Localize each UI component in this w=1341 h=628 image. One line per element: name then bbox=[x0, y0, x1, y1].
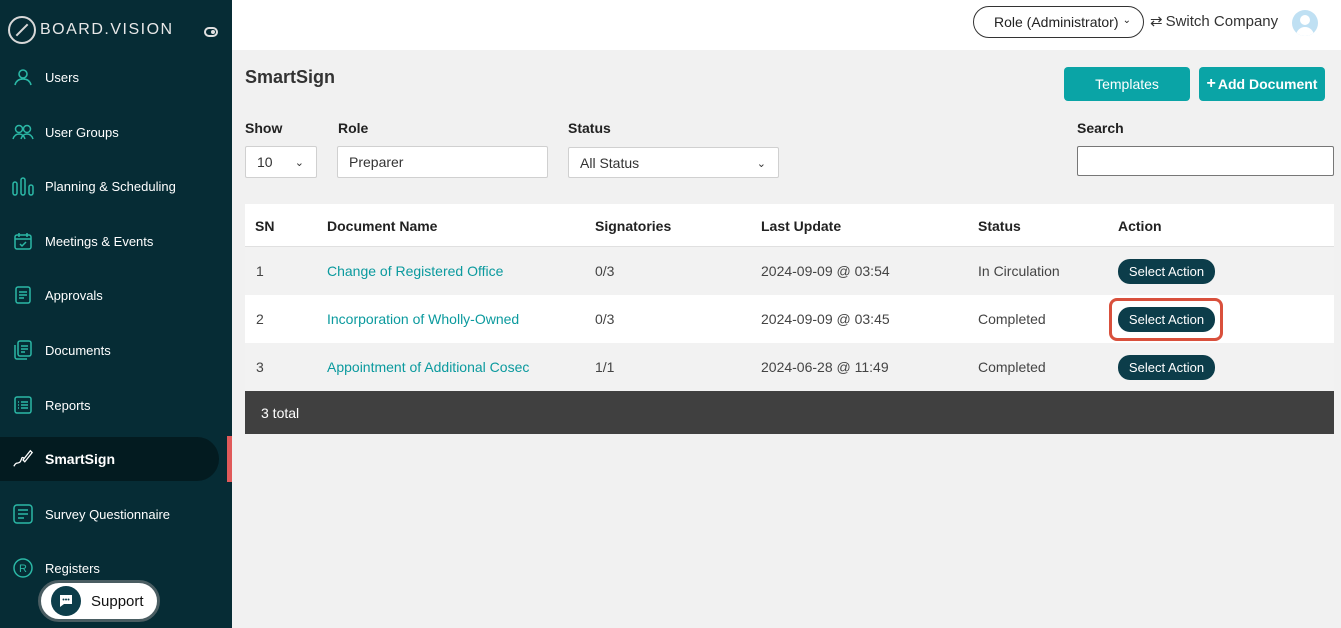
table-row: 2 Incorporation of Wholly-Owned 0/3 2024… bbox=[245, 295, 1334, 343]
bar-chart-icon bbox=[12, 175, 34, 197]
support-button[interactable]: Support bbox=[38, 580, 160, 622]
cell-signatories: 1/1 bbox=[595, 359, 615, 375]
templates-button[interactable]: Templates bbox=[1064, 67, 1190, 101]
registered-icon: R bbox=[12, 557, 34, 579]
sidebar-item-reports[interactable]: Reports bbox=[0, 383, 219, 427]
sidebar-item-label: Documents bbox=[45, 342, 111, 358]
column-header: Document Name bbox=[327, 217, 438, 234]
logo-mark-icon bbox=[8, 16, 36, 44]
calendar-icon bbox=[12, 230, 34, 252]
sidebar-item-label: Meetings & Events bbox=[45, 233, 154, 249]
column-header: Action bbox=[1118, 217, 1162, 234]
role-filter-field[interactable]: Preparer bbox=[337, 146, 548, 178]
brand-name: BOARD.VISION bbox=[40, 21, 174, 38]
page-title: SmartSign bbox=[245, 67, 336, 87]
table-header: SN Document Name Signatories Last Update… bbox=[245, 204, 1334, 247]
column-header: SN bbox=[255, 217, 275, 234]
chevron-down-icon: ⌄ bbox=[756, 158, 766, 170]
sidebar-item-approvals[interactable]: Approvals bbox=[0, 273, 219, 317]
signature-pen-icon bbox=[12, 448, 34, 470]
sidebar-item-meetings-events[interactable]: Meetings & Events bbox=[0, 219, 219, 263]
role-dropdown[interactable]: Role (Administrator) ⌄ bbox=[973, 6, 1144, 38]
cell-status: Completed bbox=[978, 359, 1046, 375]
sidebar-item-survey-questionnaire[interactable]: Survey Questionnaire bbox=[0, 492, 219, 536]
search-input[interactable] bbox=[1077, 146, 1334, 176]
svg-text:R: R bbox=[19, 563, 27, 575]
status-filter-label: Status bbox=[568, 120, 611, 136]
cell-status: Completed bbox=[978, 311, 1046, 327]
column-header: Status bbox=[978, 217, 1021, 234]
user-icon bbox=[12, 66, 34, 88]
cell-signatories: 0/3 bbox=[595, 263, 615, 279]
support-label: Support bbox=[91, 592, 144, 610]
plus-icon: + bbox=[1206, 75, 1216, 92]
sidebar-item-user-groups[interactable]: User Groups bbox=[0, 110, 219, 154]
status-filter-value: All Status bbox=[580, 154, 640, 171]
show-label: Show bbox=[245, 120, 283, 136]
switch-company-label: Switch Company bbox=[1165, 12, 1279, 30]
swap-arrows-icon: ⇄ bbox=[1150, 13, 1163, 30]
cell-last-update: 2024-09-09 @ 03:54 bbox=[761, 263, 890, 279]
sidebar-toggle-icon[interactable] bbox=[204, 27, 218, 37]
user-group-icon bbox=[12, 121, 34, 143]
sidebar-item-documents[interactable]: Documents bbox=[0, 328, 219, 372]
report-list-icon bbox=[12, 394, 34, 416]
sidebar-item-label: Registers bbox=[45, 560, 100, 576]
add-document-button[interactable]: + Add Document bbox=[1199, 67, 1325, 101]
sidebar-item-label: User Groups bbox=[45, 124, 119, 140]
chevron-down-icon: ⌄ bbox=[1122, 15, 1131, 26]
sidebar-item-label: Users bbox=[45, 69, 79, 85]
sidebar-item-label: Survey Questionnaire bbox=[45, 506, 171, 522]
total-count: 3 total bbox=[261, 404, 300, 421]
role-label: Role (Administrator) bbox=[994, 14, 1119, 30]
cell-sn: 1 bbox=[256, 263, 264, 279]
sidebar-item-label: Approvals bbox=[45, 287, 103, 303]
highlight-outline bbox=[1109, 298, 1223, 341]
show-select[interactable]: 10 ⌄ bbox=[245, 146, 317, 178]
sidebar-item-smartsign[interactable]: SmartSign bbox=[0, 437, 219, 481]
brand-logo[interactable]: BOARD.VISION bbox=[8, 16, 174, 44]
cell-last-update: 2024-09-09 @ 03:45 bbox=[761, 311, 890, 327]
cell-sn: 3 bbox=[256, 359, 264, 375]
chevron-down-icon: ⌄ bbox=[294, 157, 304, 169]
column-header: Last Update bbox=[761, 217, 842, 234]
avatar[interactable] bbox=[1292, 10, 1318, 36]
role-filter-label: Role bbox=[338, 120, 369, 136]
document-link[interactable]: Change of Registered Office bbox=[327, 247, 503, 295]
survey-icon bbox=[12, 503, 34, 525]
chat-icon bbox=[51, 586, 81, 616]
column-header: Signatories bbox=[595, 217, 672, 234]
document-link[interactable]: Appointment of Additional Cosec bbox=[327, 343, 529, 391]
role-filter-value: Preparer bbox=[349, 154, 404, 170]
search-label: Search bbox=[1077, 120, 1124, 136]
active-indicator bbox=[227, 436, 232, 482]
select-action-button[interactable]: Select Action bbox=[1118, 354, 1215, 380]
cell-signatories: 0/3 bbox=[595, 311, 615, 327]
switch-company-button[interactable]: ⇄ Switch Company bbox=[1150, 12, 1279, 31]
documents-table: SN Document Name Signatories Last Update… bbox=[245, 204, 1334, 434]
sidebar-item-planning-scheduling[interactable]: Planning & Scheduling bbox=[0, 164, 219, 208]
document-link[interactable]: Incorporation of Wholly-Owned bbox=[327, 295, 519, 343]
templates-label: Templates bbox=[1095, 76, 1159, 92]
cell-last-update: 2024-06-28 @ 11:49 bbox=[761, 359, 889, 375]
sidebar: BOARD.VISION Users User Groups Planning … bbox=[0, 0, 232, 628]
table-row: 1 Change of Registered Office 0/3 2024-0… bbox=[245, 247, 1334, 295]
cell-sn: 2 bbox=[256, 311, 264, 327]
show-value: 10 bbox=[257, 154, 273, 170]
sidebar-item-label: SmartSign bbox=[45, 451, 116, 467]
documents-icon bbox=[12, 339, 34, 361]
approval-doc-icon bbox=[12, 284, 34, 306]
sidebar-item-label: Planning & Scheduling bbox=[45, 178, 176, 194]
table-footer: 3 total bbox=[245, 391, 1334, 434]
sidebar-item-users[interactable]: Users bbox=[0, 55, 219, 99]
cell-status: In Circulation bbox=[978, 263, 1060, 279]
add-document-label: Add Document bbox=[1217, 76, 1318, 92]
table-row: 3 Appointment of Additional Cosec 1/1 20… bbox=[245, 343, 1334, 391]
status-select[interactable]: All Status ⌄ bbox=[568, 147, 779, 178]
sidebar-item-label: Reports bbox=[45, 397, 91, 413]
select-action-button[interactable]: Select Action bbox=[1118, 258, 1215, 284]
